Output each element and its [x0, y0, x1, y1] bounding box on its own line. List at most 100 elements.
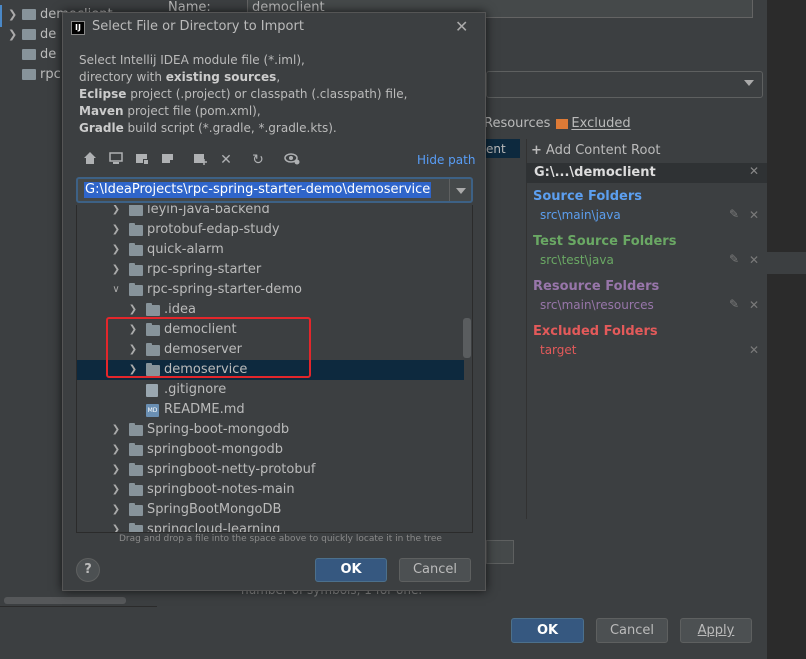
help-button[interactable]: ?: [76, 558, 100, 582]
folder-icon: [129, 523, 143, 532]
file-chooser-toolbar: ✕ ↻ Hide path: [76, 147, 476, 173]
excluded-folders-title: Excluded Folders: [533, 324, 658, 339]
chevron-right-icon[interactable]: ❯: [110, 460, 122, 480]
apply-button[interactable]: Apply: [680, 618, 752, 643]
cancel-button[interactable]: Cancel: [596, 618, 668, 643]
tree-row[interactable]: ❯ leyin-java-backend: [77, 205, 464, 220]
chevron-right-icon[interactable]: ❯: [110, 500, 122, 520]
tree-row-label: protobuf-edap-study: [147, 222, 280, 237]
tree-row-label: .gitignore: [164, 382, 227, 397]
remove-icon[interactable]: ✕: [749, 253, 759, 267]
folder-icon: [129, 243, 143, 256]
tree-row-label: springboot-notes-main: [147, 482, 295, 497]
tree-scrollbar-thumb[interactable]: [463, 318, 471, 358]
content-root-path: G:\...\democlient: [534, 165, 656, 180]
source-folder-path: src\main\java: [540, 208, 621, 222]
chevron-right-icon[interactable]: ❯: [110, 220, 122, 240]
hide-path-link[interactable]: Hide path: [417, 153, 475, 167]
chevron-down-icon: [744, 80, 754, 86]
tree-row[interactable]: ❯ SpringBootMongoDB: [77, 500, 464, 520]
home-icon[interactable]: [81, 151, 99, 169]
remove-root-icon[interactable]: ✕: [749, 164, 759, 178]
tree-row-label: springboot-netty-protobuf: [147, 462, 316, 477]
path-input[interactable]: G:\IdeaProjects\rpc-spring-starter-demo\…: [76, 177, 473, 203]
project-icon[interactable]: [133, 151, 151, 169]
left-panel-footer: [0, 606, 157, 659]
edit-icon[interactable]: ✎: [729, 297, 739, 311]
folder-icon: [129, 503, 143, 516]
chevron-down-icon: [456, 188, 466, 194]
folder-icon: [129, 263, 143, 276]
tree-row[interactable]: ∨ rpc-spring-starter-demo: [77, 280, 464, 300]
path-history-dropdown[interactable]: [449, 179, 471, 201]
tree-row[interactable]: ❯ protobuf-edap-study: [77, 220, 464, 240]
resources-tab[interactable]: Resources: [484, 116, 550, 131]
test-source-folders-title: Test Source Folders: [533, 234, 677, 249]
tree-item[interactable]: rpc: [8, 65, 61, 85]
refresh-icon[interactable]: ↻: [249, 151, 267, 169]
dialog-title: Select File or Directory to Import: [92, 19, 304, 34]
tree-row[interactable]: .gitignore: [77, 380, 464, 400]
tree-row[interactable]: ❯ Spring-boot-mongodb: [77, 420, 464, 440]
markdown-file-icon: MD: [146, 404, 159, 417]
close-icon[interactable]: ✕: [455, 17, 468, 36]
folder-icon: [129, 483, 143, 496]
tree-row-label: rpc-spring-starter: [147, 262, 262, 277]
source-folders-title: Source Folders: [533, 189, 643, 204]
dialog-description: Select Intellij IDEA module file (*.iml)…: [79, 53, 408, 135]
chevron-right-icon[interactable]: ❯: [110, 440, 122, 460]
remove-icon[interactable]: ✕: [749, 208, 759, 222]
folder-icon: [146, 303, 160, 316]
remove-icon[interactable]: ✕: [749, 298, 759, 312]
chevron-right-icon[interactable]: ❯: [110, 240, 122, 260]
remove-icon[interactable]: ✕: [749, 343, 759, 357]
new-folder-icon[interactable]: [191, 151, 209, 169]
module-icon[interactable]: [159, 151, 177, 169]
folder-icon: [22, 49, 36, 60]
tree-row[interactable]: ❯ springboot-mongodb: [77, 440, 464, 460]
edit-icon[interactable]: ✎: [729, 207, 739, 221]
tree-item[interactable]: de: [8, 45, 56, 65]
horizontal-scrollbar[interactable]: [4, 597, 126, 604]
ok-button[interactable]: OK: [511, 618, 584, 643]
excluded-folder-icon: [556, 118, 569, 129]
chevron-right-icon[interactable]: ❯: [110, 520, 122, 532]
resource-folder-path: src\main\resources: [540, 298, 654, 312]
tree-row[interactable]: ❯ rpc-spring-starter: [77, 260, 464, 280]
delete-icon[interactable]: ✕: [217, 151, 235, 169]
plus-icon: +: [531, 143, 542, 158]
background-input-field[interactable]: [486, 540, 514, 564]
folder-icon: [129, 463, 143, 476]
folder-icon: [129, 205, 143, 216]
selected-module-item[interactable]: ent: [486, 139, 520, 159]
tree-row[interactable]: ❯ springcloud-learning: [77, 520, 464, 532]
chevron-right-icon[interactable]: ❯: [110, 420, 122, 440]
dialog-ok-button[interactable]: OK: [315, 558, 387, 582]
chevron-right-icon[interactable]: ❯: [110, 260, 122, 280]
edit-icon[interactable]: ✎: [729, 252, 739, 266]
chevron-right-icon: ❯: [8, 28, 18, 41]
chevron-down-icon[interactable]: ∨: [110, 280, 122, 300]
tree-row[interactable]: ❯ springboot-netty-protobuf: [77, 460, 464, 480]
tree-row[interactable]: MD README.md: [77, 400, 464, 420]
chevron-right-icon[interactable]: ❯: [110, 480, 122, 500]
chevron-right-icon[interactable]: ❯: [110, 205, 122, 220]
right-strip: [767, 0, 806, 659]
excluded-tab[interactable]: Excluded: [571, 116, 630, 131]
desktop-icon[interactable]: [107, 151, 125, 169]
drag-hint: Drag and drop a file into the space abov…: [119, 534, 442, 544]
tree-item[interactable]: ❯ de: [8, 25, 56, 45]
show-hidden-icon[interactable]: [283, 151, 301, 169]
folder-icon: [22, 29, 36, 40]
language-level-dropdown[interactable]: [486, 71, 763, 98]
tree-row-label: springboot-mongodb: [147, 442, 283, 457]
tree-row-label: Spring-boot-mongodb: [147, 422, 290, 437]
dialog-cancel-button[interactable]: Cancel: [399, 558, 471, 582]
tree-row[interactable]: ❯ quick-alarm: [77, 240, 464, 260]
tree-row[interactable]: ❯ springboot-notes-main: [77, 480, 464, 500]
import-dialog: IJ Select File or Directory to Import ✕ …: [62, 12, 486, 591]
chevron-right-icon: ❯: [8, 8, 18, 21]
add-content-root-button[interactable]: + Add Content Root: [531, 143, 661, 158]
path-text[interactable]: G:\IdeaProjects\rpc-spring-starter-demo\…: [84, 182, 432, 198]
tree-row-label: SpringBootMongoDB: [147, 502, 282, 517]
